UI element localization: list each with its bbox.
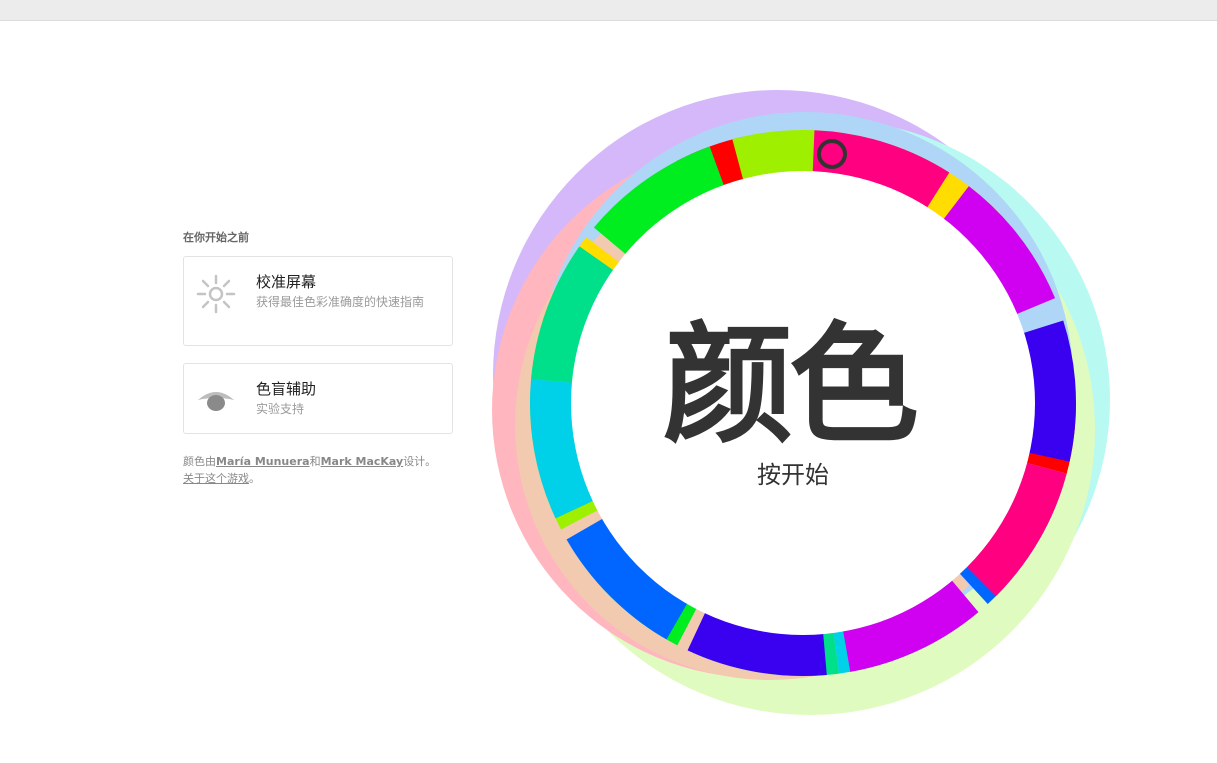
calibrate-screen-card[interactable]: 校准屏幕 获得最佳色彩准确度的快速指南 (183, 256, 453, 346)
calibrate-card-desc: 获得最佳色彩准确度的快速指南 (256, 295, 425, 309)
game-title: 颜色 (663, 309, 919, 461)
colorblind-card-title: 色盲辅助 (256, 380, 317, 398)
colorblind-card-desc: 实验支持 (256, 402, 305, 416)
intro-heading: 在你开始之前 (183, 231, 249, 244)
press-start-label[interactable]: 按开始 (757, 455, 829, 490)
author-link-mark[interactable]: Mark MacKay (321, 455, 404, 468)
author-link-maria[interactable]: María Munuera (216, 455, 310, 468)
about-game-link[interactable]: 关于这个游戏 (183, 472, 249, 485)
credits-and: 和 (309, 455, 321, 468)
eye-icon (198, 392, 234, 411)
browser-top-bar (0, 0, 1217, 21)
credits-prefix: 颜色由 (183, 455, 216, 468)
credits: 颜色由María Munuera和Mark MacKay设计。 关于这个游戏。 (183, 453, 436, 487)
calibrate-card-title: 校准屏幕 (256, 273, 317, 291)
about-suffix: 。 (249, 472, 260, 485)
sun-brightness-icon (196, 274, 236, 314)
colorblind-assist-card[interactable]: 色盲辅助 实验支持 (183, 363, 453, 434)
credits-suffix: 设计。 (403, 455, 437, 468)
